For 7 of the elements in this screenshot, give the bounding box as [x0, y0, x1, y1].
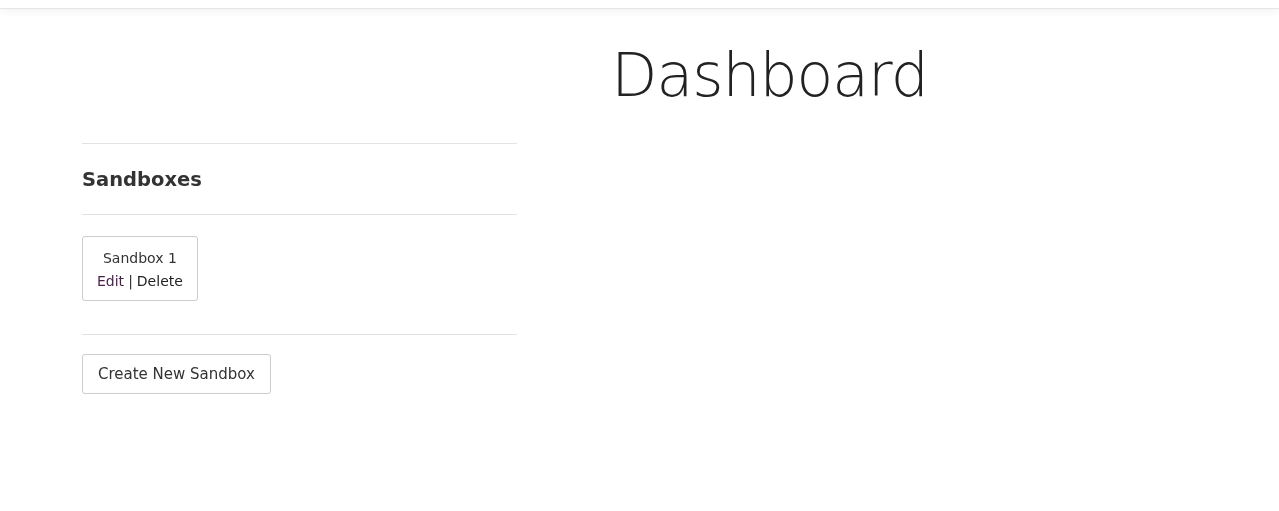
separator: |: [128, 272, 133, 292]
section-heading: Sandboxes: [82, 167, 203, 193]
create-sandbox-button[interactable]: Create New Sandbox: [82, 354, 271, 394]
edit-link[interactable]: Edit: [97, 270, 125, 293]
page-title: Dashboard: [610, 39, 929, 112]
delete-link[interactable]: Delete: [136, 270, 183, 293]
sandbox-name: Sandbox 1: [102, 249, 177, 268]
